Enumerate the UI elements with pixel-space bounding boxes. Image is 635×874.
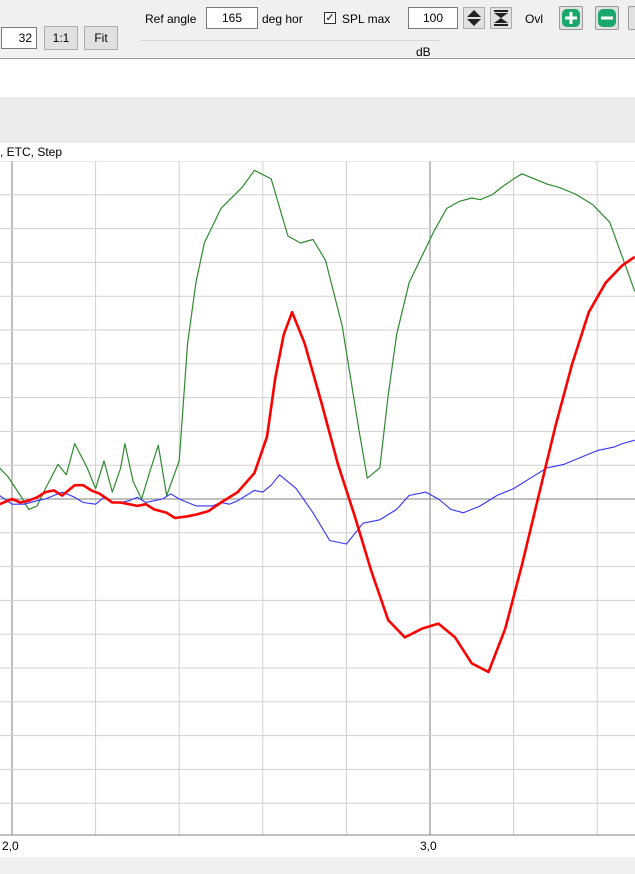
x-tick-label: 2,0 — [2, 839, 19, 853]
check-icon: ✓ — [325, 12, 335, 24]
panel-area — [0, 59, 635, 97]
ref-angle-label: Ref angle — [145, 12, 197, 26]
bottom-strip — [0, 857, 635, 874]
ref-angle-field[interactable]: 165 — [206, 7, 258, 29]
ovl-label: Ovl — [525, 12, 543, 26]
spin-up-down-button[interactable] — [463, 7, 485, 29]
zoom-in-button[interactable] — [559, 6, 583, 30]
toolbar: 32 1:1 Fit Ref angle 165 deg hor ✓ SPL m… — [0, 0, 635, 58]
plus-icon — [565, 12, 577, 24]
zoom-out-button[interactable] — [595, 6, 619, 30]
graph-caption: , ETC, Step — [0, 143, 635, 161]
partial-button[interactable] — [628, 6, 635, 30]
zoom-value-field[interactable]: 32 — [1, 27, 37, 49]
db-label: dB — [416, 46, 431, 58]
up-down-arrows-icon — [467, 10, 481, 26]
response-plot: 2,0 3,0 — [0, 161, 635, 874]
minus-icon — [601, 16, 613, 20]
plot-area: 2,0 3,0 — [0, 161, 635, 874]
grid — [0, 161, 635, 836]
spl-max-checkbox[interactable]: ✓ — [324, 12, 336, 24]
hourglass-arrows-icon — [494, 10, 508, 26]
x-tick-label: 3,0 — [420, 839, 437, 853]
deg-hor-label: deg hor — [262, 12, 303, 26]
fit-button[interactable]: Fit — [84, 26, 118, 50]
spl-max-field[interactable]: 100 — [408, 7, 458, 29]
x-tick-labels: 2,0 3,0 — [0, 839, 635, 874]
collapse-expand-button[interactable] — [490, 7, 512, 29]
group-line — [140, 40, 440, 43]
panel-strip — [0, 97, 635, 143]
one-to-one-button[interactable]: 1:1 — [44, 26, 78, 50]
spl-max-label: SPL max — [342, 12, 391, 26]
